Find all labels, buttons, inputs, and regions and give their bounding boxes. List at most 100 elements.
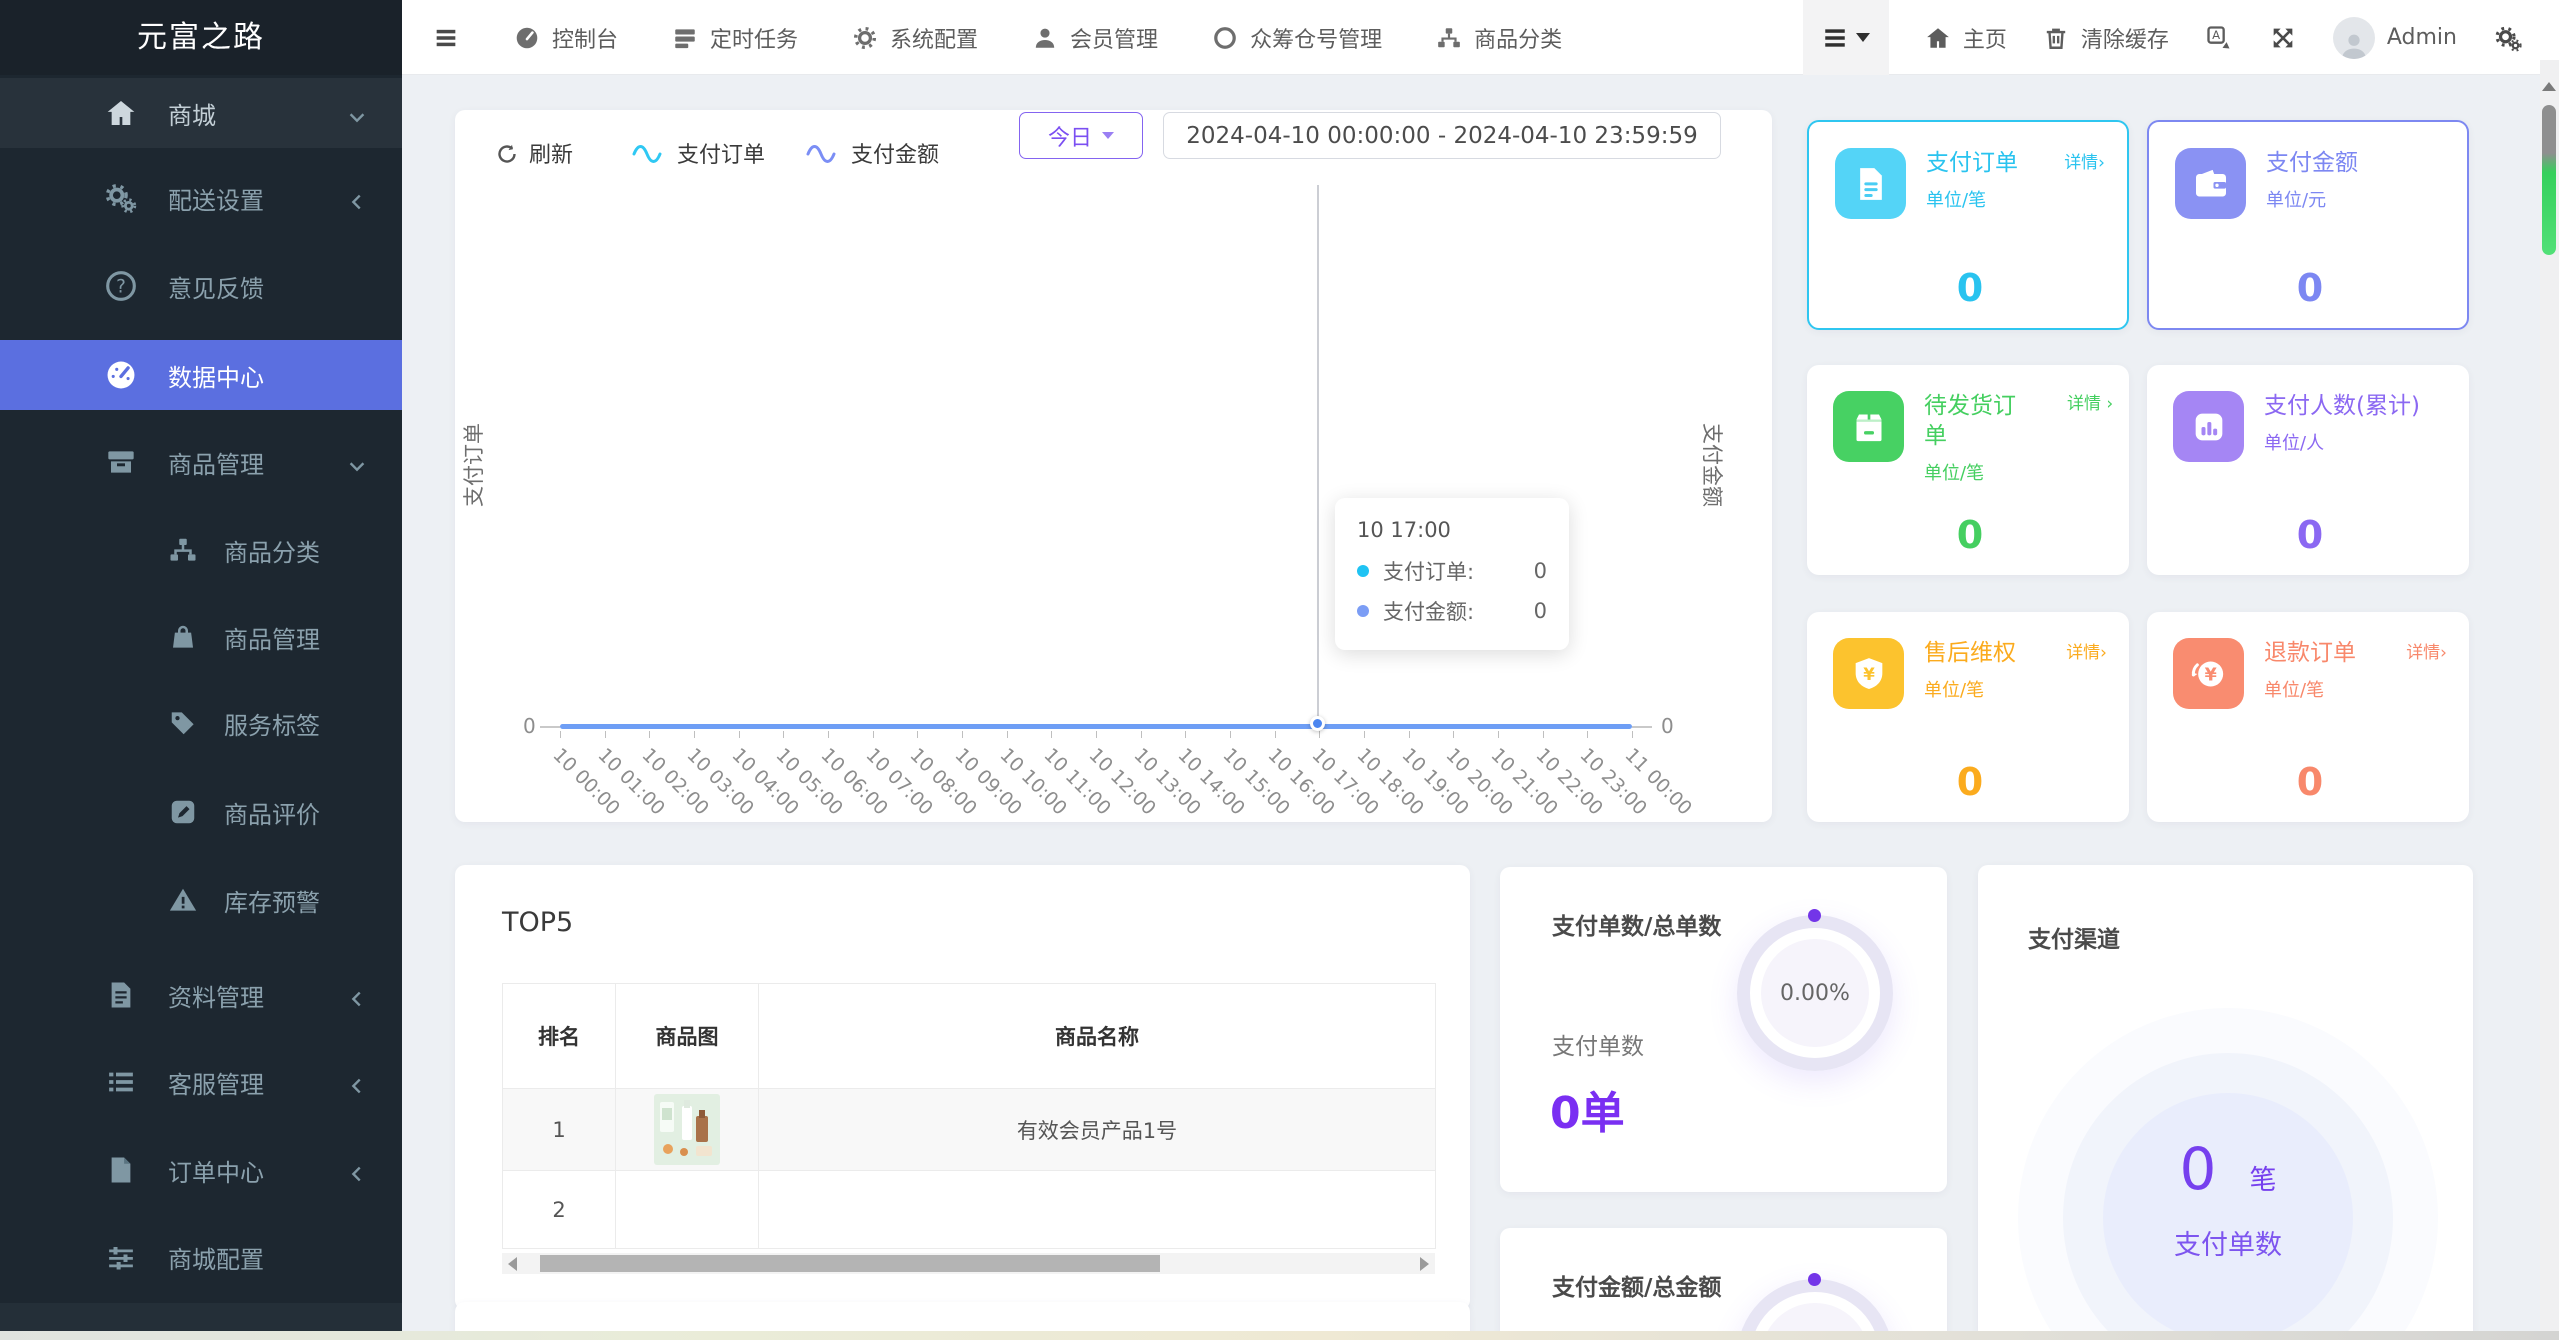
refund-yuan-icon: ¥ xyxy=(2173,638,2244,709)
sidebar-item-service-tags[interactable]: 服务标签 xyxy=(0,688,402,758)
x-axis-tick xyxy=(1230,731,1231,738)
nav-item-label: 商品分类 xyxy=(1474,27,1563,53)
x-axis-tick xyxy=(1319,731,1321,738)
hamburger-menu-button[interactable] xyxy=(432,24,460,52)
date-range-select[interactable]: 今日 xyxy=(1019,112,1143,159)
sidebar-item-product-category[interactable]: 商品分类 xyxy=(0,515,402,585)
table-header-row: 排名 商品图 商品名称 xyxy=(502,983,1436,1089)
stat-value: 0 xyxy=(1956,266,1984,310)
sidebar: 元富之路 商城 配送设置 ? 意见反馈 数据中心 商品管理 商品分类 商品管理 … xyxy=(0,0,402,1340)
rank-cell: 1 xyxy=(502,1088,616,1171)
scrollbar-thumb[interactable] xyxy=(540,1255,1160,1272)
sidebar-item-delivery-settings[interactable]: 配送设置 xyxy=(0,163,402,233)
sidebar-item-mall-config[interactable]: 商城配置 xyxy=(0,1222,402,1292)
gauge-title: 支付金额/总金额 xyxy=(1552,1275,1722,1301)
stat-card-pay-users: 支付人数(累计) 单位/人 0 xyxy=(2147,365,2469,575)
x-axis-tick xyxy=(1632,731,1633,738)
tooltip-label: 支付金额: xyxy=(1383,600,1475,624)
x-axis-tick xyxy=(1408,731,1410,738)
y-axis-tick-right: 0 xyxy=(1661,714,1674,738)
list-dropdown-button[interactable] xyxy=(1802,0,1889,75)
sidebar-item-label: 资料管理 xyxy=(168,983,264,1012)
horizontal-scrollbar[interactable] xyxy=(0,1331,2559,1340)
stat-value: 0 xyxy=(2296,266,2324,310)
x-axis-tick xyxy=(917,731,919,738)
sidebar-item-product-management[interactable]: 商品管理 xyxy=(0,602,402,672)
sidebar-item-customer-service[interactable]: 客服管理 xyxy=(0,1047,402,1117)
nav-item-member-management[interactable]: 会员管理 xyxy=(1032,22,1158,54)
warning-icon xyxy=(168,885,198,915)
sidebar-item-data-center[interactable]: 数据中心 xyxy=(0,340,402,410)
detail-link[interactable]: 详情› xyxy=(2064,148,2105,173)
shield-yuan-icon: ¥ xyxy=(1833,638,1904,709)
date-range-input[interactable]: 2024-04-10 00:00:00 - 2024-04-10 23:59:5… xyxy=(1163,112,1721,159)
nav-item-clear-cache[interactable]: 清除缓存 xyxy=(2043,22,2169,54)
translate-icon[interactable]: A xyxy=(2205,24,2233,52)
scroll-right-icon[interactable] xyxy=(1420,1257,1429,1271)
scroll-up-icon[interactable] xyxy=(2542,82,2556,91)
list-icon xyxy=(104,1065,138,1099)
scroll-left-icon[interactable] xyxy=(508,1257,517,1271)
sidebar-item-stock-warning[interactable]: 库存预警 xyxy=(0,865,402,935)
x-axis-tick xyxy=(1364,731,1365,738)
sidebar-item-label: 商城配置 xyxy=(168,1245,264,1274)
home-icon xyxy=(104,96,138,130)
gauge-title: 支付单数/总单数 xyxy=(1552,914,1722,940)
channel-unit: 笔 xyxy=(2249,1165,2277,1196)
nav-item-product-category[interactable]: 商品分类 xyxy=(1436,22,1562,54)
sidebar-item-product-reviews[interactable]: 商品评价 xyxy=(0,777,402,847)
legend-pay-orders[interactable]: 支付订单 xyxy=(631,137,765,169)
table-horizontal-scrollbar[interactable] xyxy=(502,1253,1435,1274)
tooltip-title: 10 17:00 xyxy=(1357,518,1451,542)
sidebar-item-label: 库存预警 xyxy=(224,888,320,917)
axis-line-right xyxy=(1632,726,1652,728)
stat-unit: 单位/笔 xyxy=(1924,680,1985,701)
file-text-icon xyxy=(104,978,138,1012)
detail-link[interactable]: 详情 › xyxy=(2067,391,2113,417)
sidebar-item-label: 客服管理 xyxy=(168,1070,264,1099)
stat-card-pay-amount: 支付金额 单位/元 0 xyxy=(2147,120,2469,330)
fullscreen-icon[interactable] xyxy=(2269,24,2297,52)
nav-item-label: 清除缓存 xyxy=(2080,27,2169,53)
x-axis-tick xyxy=(1185,731,1187,738)
stat-value: 0 xyxy=(1956,513,1984,557)
navbar-right: 主页 清除缓存 A Admin xyxy=(1802,0,2523,75)
tooltip-value: 0 xyxy=(1533,599,1547,623)
pay-channel-card: 支付渠道 0 笔 支付单数 xyxy=(1978,865,2473,1340)
svg-text:A: A xyxy=(2212,28,2220,42)
legend-pay-amount[interactable]: 支付金额 xyxy=(805,137,939,169)
nav-item-homepage[interactable]: 主页 xyxy=(1925,22,2007,54)
nav-item-console[interactable]: 控制台 xyxy=(514,22,618,54)
detail-link[interactable]: 详情› xyxy=(2066,638,2107,663)
nav-item-crowdfund-warehouse[interactable]: 众筹仓号管理 xyxy=(1212,22,1382,54)
vertical-scrollbar[interactable] xyxy=(2540,60,2559,1340)
user-menu[interactable]: Admin xyxy=(2332,16,2457,59)
channel-value-row: 0 笔 xyxy=(2103,1135,2353,1203)
home-icon xyxy=(1925,25,1951,51)
sidebar-item-material-management[interactable]: 资料管理 xyxy=(0,960,402,1030)
settings-gears-icon[interactable] xyxy=(2493,23,2523,53)
detail-link[interactable]: 详情› xyxy=(2406,638,2447,663)
sidebar-item-product-management-group[interactable]: 商品管理 xyxy=(0,427,402,497)
highlighted-point[interactable] xyxy=(1310,716,1325,731)
sidebar-item-order-center[interactable]: 订单中心 xyxy=(0,1135,402,1205)
tasks-icon xyxy=(672,25,698,51)
x-axis-tick xyxy=(1453,731,1455,738)
tooltip-row: 支付订单: 0 xyxy=(1357,556,1547,586)
tooltip-row: 支付金额: 0 xyxy=(1357,596,1547,626)
nav-item-system-config[interactable]: 系统配置 xyxy=(852,22,978,54)
sidebar-item-label: 商品管理 xyxy=(224,625,320,654)
sidebar-item-feedback[interactable]: ? 意见反馈 xyxy=(0,251,402,321)
wallet-icon xyxy=(2175,148,2246,219)
refresh-button[interactable]: 刷新 xyxy=(495,137,573,169)
scrollbar-thumb[interactable] xyxy=(2542,105,2556,255)
trash-icon xyxy=(2043,25,2069,51)
sidebar-item-mall[interactable]: 商城 xyxy=(0,78,402,148)
sidebar-item-label: 配送设置 xyxy=(168,186,264,215)
nav-item-scheduled-tasks[interactable]: 定时任务 xyxy=(672,22,798,54)
question-circle-icon: ? xyxy=(104,269,138,303)
nav-item-label: 定时任务 xyxy=(710,27,799,53)
range-select-value: 今日 xyxy=(1047,125,1092,151)
legend-label: 支付金额 xyxy=(851,143,940,168)
x-axis-tick xyxy=(1587,731,1589,738)
